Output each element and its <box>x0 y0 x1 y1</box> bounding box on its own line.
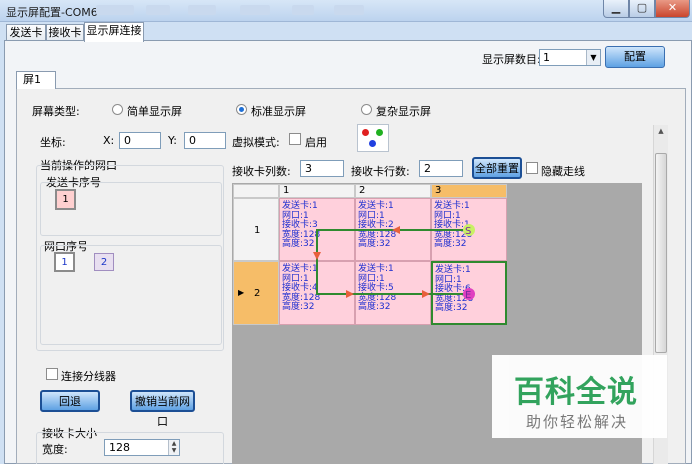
start-marker-label: S <box>465 226 471 237</box>
path-arrow-icon <box>346 290 354 298</box>
tab-screen-1[interactable]: 屏1 <box>16 71 56 89</box>
path-arrow-icon <box>313 252 321 260</box>
path-arrow-icon <box>392 226 400 234</box>
watermark-subtitle: 助你轻松解决 <box>526 413 629 431</box>
path-arrow-icon <box>422 290 430 298</box>
end-marker-label: E <box>465 290 471 301</box>
watermark-title: 百科全说 <box>514 375 638 410</box>
watermark: 百科全说 助你轻松解决 <box>492 355 667 438</box>
tab-screen-connection[interactable]: 显示屏连接 <box>84 22 144 42</box>
